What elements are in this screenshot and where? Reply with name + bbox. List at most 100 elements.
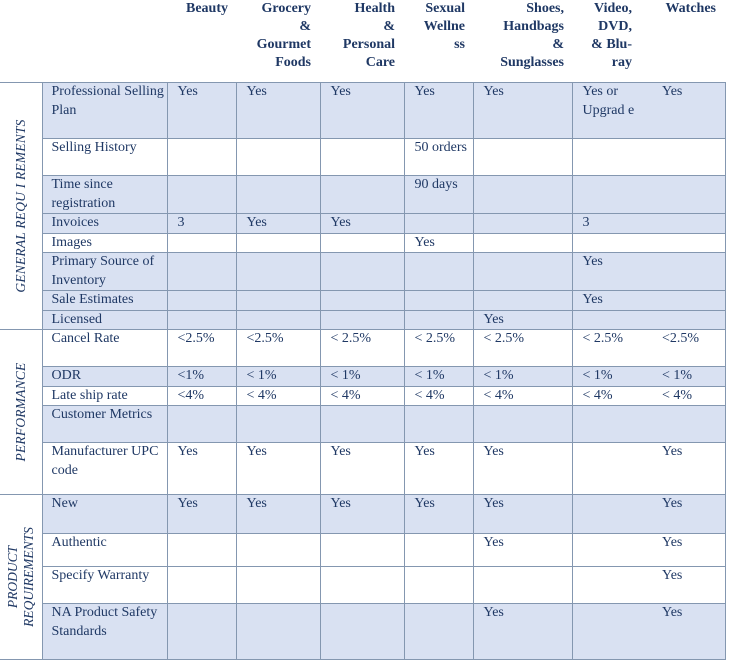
table-cell bbox=[166, 175, 237, 214]
table-cell bbox=[472, 566, 573, 604]
table-row: Invoices 3 Yes Yes 3 bbox=[0, 213, 726, 234]
row-label: Time since registration bbox=[41, 175, 168, 214]
table-cell: <2.5% bbox=[235, 329, 321, 367]
table-cell: Yes bbox=[403, 442, 474, 495]
table-cell bbox=[642, 175, 726, 214]
table-cell bbox=[319, 603, 405, 660]
table-cell: Yes bbox=[642, 566, 726, 604]
table-cell: < 1% bbox=[319, 366, 405, 387]
table-cell bbox=[403, 566, 474, 604]
table-cell bbox=[472, 213, 573, 234]
table-cell bbox=[642, 232, 726, 253]
row-label: Selling History bbox=[41, 138, 168, 176]
table-cell bbox=[319, 175, 405, 214]
table-cell bbox=[642, 138, 726, 176]
table-cell bbox=[235, 603, 321, 660]
table-cell bbox=[319, 309, 405, 330]
table-cell bbox=[166, 138, 237, 176]
table-cell bbox=[319, 533, 405, 567]
table-cell bbox=[472, 232, 573, 253]
table-cell bbox=[166, 309, 237, 330]
table-cell: Yes bbox=[472, 603, 573, 660]
table-cell bbox=[403, 533, 474, 567]
table-cell bbox=[472, 405, 573, 443]
table-cell bbox=[166, 252, 237, 291]
column-header-video: Video, DVD, & Blu- ray bbox=[591, 1, 632, 70]
table-cell bbox=[235, 566, 321, 604]
table-cell bbox=[571, 138, 642, 176]
column-header-shoes: Shoes, Handbags & Sunglasses bbox=[500, 1, 564, 70]
section-label-cell: PERFORMANCE bbox=[0, 329, 43, 495]
section-label: PERFORMANCE bbox=[12, 362, 28, 462]
table-cell: < 1% bbox=[472, 366, 573, 387]
table-cell: 3 bbox=[571, 213, 642, 234]
table-row: PRODUCT REQUIREMENTS New Yes Yes Yes Yes Yes Ye… bbox=[0, 494, 726, 660]
table-cell bbox=[571, 309, 642, 330]
table-cell bbox=[235, 138, 321, 176]
table-row: Authentic Yes Yes bbox=[0, 533, 726, 567]
table-cell: Yes bbox=[642, 494, 726, 534]
table-cell bbox=[319, 405, 405, 443]
table-cell: < 4% bbox=[571, 385, 642, 406]
table-cell: 90 days bbox=[403, 175, 474, 214]
row-label: Sale Estimates bbox=[41, 290, 168, 311]
table-cell: < 4% bbox=[319, 385, 405, 406]
section-label: PRODUCT REQUIREMENTS bbox=[4, 527, 36, 627]
table-cell bbox=[571, 442, 642, 495]
table-cell bbox=[571, 232, 642, 253]
table-cell: < 4% bbox=[403, 385, 474, 406]
table-row: Late ship rate <4% < 4% < 4% < 4% < 4% < 4% < 4… bbox=[0, 385, 726, 406]
table-cell: Yes bbox=[166, 82, 237, 139]
table-cell: < 2.5% bbox=[403, 329, 474, 367]
table-cell bbox=[235, 309, 321, 330]
table-cell bbox=[571, 533, 642, 567]
table-cell bbox=[166, 232, 237, 253]
table-cell: Yes bbox=[472, 442, 573, 495]
table-cell bbox=[642, 290, 726, 311]
table-row: Specify Warranty Yes bbox=[0, 566, 726, 604]
table-cell: Yes bbox=[319, 82, 405, 139]
column-header-beauty: Beauty bbox=[186, 1, 228, 16]
row-label: Licensed bbox=[41, 309, 168, 330]
table-cell: Yes bbox=[166, 494, 237, 534]
table-cell bbox=[472, 138, 573, 176]
table-row: Licensed Yes bbox=[0, 309, 726, 330]
table-cell bbox=[571, 566, 642, 604]
table-cell: < 1% bbox=[642, 366, 726, 387]
row-label: ODR bbox=[41, 366, 168, 387]
table-cell: <2.5% bbox=[166, 329, 237, 367]
row-label: NA Product Safety Standards bbox=[41, 603, 168, 660]
table-row: Manufacturer UPC code Yes Yes Yes Yes Yes Yes bbox=[0, 442, 726, 495]
table-cell: < 1% bbox=[235, 366, 321, 387]
table-cell bbox=[403, 290, 474, 311]
table-cell bbox=[403, 309, 474, 330]
section-label-cell: GENERAL REQU I REMENTS bbox=[0, 82, 43, 330]
table-cell bbox=[319, 138, 405, 176]
row-label: Specify Warranty bbox=[41, 566, 168, 604]
table-cell: Yes bbox=[235, 494, 321, 534]
table-cell: Yes bbox=[235, 213, 321, 234]
table-cell: Yes bbox=[319, 442, 405, 495]
table-cell bbox=[642, 405, 726, 443]
column-header-watches: Watches bbox=[665, 1, 716, 16]
table-cell bbox=[472, 252, 573, 291]
table-cell: Yes bbox=[642, 82, 726, 139]
table-cell bbox=[235, 175, 321, 214]
table-cell bbox=[642, 309, 726, 330]
table-cell bbox=[166, 566, 237, 604]
table-cell: Yes bbox=[571, 252, 642, 291]
table-cell: Yes bbox=[319, 494, 405, 534]
table-cell: Yes bbox=[472, 309, 573, 330]
table-cell bbox=[642, 213, 726, 234]
table-cell bbox=[235, 405, 321, 443]
table-cell: Yes bbox=[571, 290, 642, 311]
requirements-table: GENERAL REQU I REMENTS Professional Selli… bbox=[0, 82, 726, 660]
table-cell bbox=[166, 533, 237, 567]
table-cell: < 2.5% bbox=[472, 329, 573, 367]
table-row: Time since registration 90 days bbox=[0, 175, 726, 214]
table-cell: Yes bbox=[319, 213, 405, 234]
table-cell bbox=[571, 603, 642, 660]
table-cell: < 2.5% bbox=[571, 329, 642, 367]
table-cell: 3 bbox=[166, 213, 237, 234]
row-label: Primary Source of Inventory bbox=[41, 252, 168, 291]
